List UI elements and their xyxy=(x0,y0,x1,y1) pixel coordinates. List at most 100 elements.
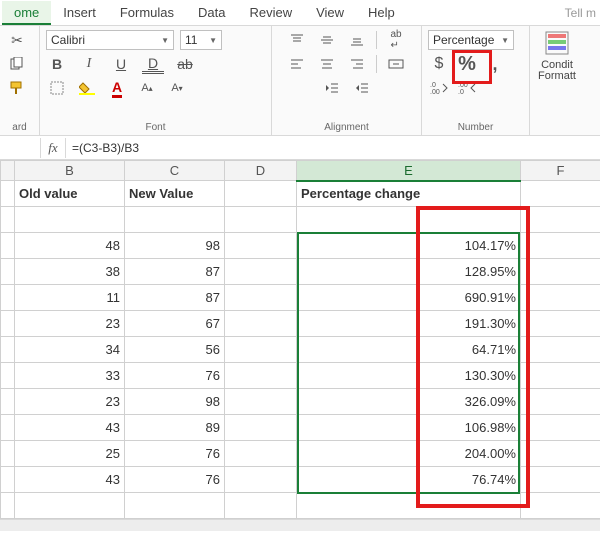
cell[interactable] xyxy=(225,467,297,493)
borders-icon[interactable] xyxy=(46,78,68,98)
cell[interactable]: 43 xyxy=(15,415,125,441)
cell[interactable]: 76 xyxy=(125,363,225,389)
underline-button[interactable]: U xyxy=(110,54,132,74)
cell[interactable]: 690.91% xyxy=(297,285,521,311)
cell[interactable]: 48 xyxy=(15,233,125,259)
cell[interactable] xyxy=(225,363,297,389)
merge-cells-icon[interactable] xyxy=(385,54,407,74)
cell[interactable] xyxy=(225,259,297,285)
cell[interactable]: 204.00% xyxy=(297,441,521,467)
cell[interactable]: 76 xyxy=(125,441,225,467)
font-size-select[interactable]: 11 ▼ xyxy=(180,30,222,50)
double-underline-button[interactable]: D xyxy=(142,54,164,74)
col-header-blank[interactable] xyxy=(1,161,15,181)
cell[interactable]: 104.17% xyxy=(297,233,521,259)
copy-icon[interactable] xyxy=(6,54,28,74)
cell[interactable]: 23 xyxy=(15,311,125,337)
currency-button[interactable]: $ xyxy=(428,54,450,74)
fill-color-icon[interactable] xyxy=(76,78,98,98)
italic-button[interactable]: I xyxy=(78,54,100,74)
cell[interactable] xyxy=(521,311,600,337)
tab-review[interactable]: Review xyxy=(237,1,304,24)
conditional-formatting-button[interactable]: Condit Formatt xyxy=(536,30,578,82)
cell[interactable] xyxy=(521,259,600,285)
cell[interactable]: 11 xyxy=(15,285,125,311)
table-row[interactable]: 2576 204.00% xyxy=(1,441,600,467)
tell-me-search[interactable]: Tell m xyxy=(565,6,600,20)
tab-help[interactable]: Help xyxy=(356,1,407,24)
cell[interactable]: 106.98% xyxy=(297,415,521,441)
cell[interactable]: 76.74% xyxy=(297,467,521,493)
cell[interactable]: 23 xyxy=(15,389,125,415)
percent-button[interactable]: % xyxy=(456,54,478,74)
cell[interactable] xyxy=(225,285,297,311)
cell[interactable] xyxy=(521,467,600,493)
cell[interactable]: 64.71% xyxy=(297,337,521,363)
table-row[interactable]: Old value New Value Percentage change xyxy=(1,181,600,207)
table-row[interactable]: 3376 130.30% xyxy=(1,363,600,389)
cell[interactable]: 87 xyxy=(125,285,225,311)
number-format-select[interactable]: Percentage ▼ xyxy=(428,30,514,50)
align-middle-icon[interactable] xyxy=(316,30,338,50)
align-bottom-icon[interactable] xyxy=(346,30,368,50)
table-row[interactable]: 2398 326.09% xyxy=(1,389,600,415)
decrease-font-icon[interactable]: A▾ xyxy=(166,78,188,98)
cell[interactable]: 98 xyxy=(125,233,225,259)
cell[interactable] xyxy=(225,415,297,441)
tab-home[interactable]: ome xyxy=(2,1,51,24)
cell[interactable] xyxy=(521,285,600,311)
cell[interactable] xyxy=(521,363,600,389)
table-row[interactable]: 4898 104.17% xyxy=(1,233,600,259)
formula-input[interactable]: =(C3-B3)/B3 xyxy=(66,141,600,155)
cell[interactable] xyxy=(521,441,600,467)
cell[interactable]: 98 xyxy=(125,389,225,415)
font-color-icon[interactable]: A xyxy=(106,78,128,98)
tab-view[interactable]: View xyxy=(304,1,356,24)
table-row[interactable] xyxy=(1,207,600,233)
decrease-decimal-icon[interactable]: .00.0 xyxy=(456,78,478,98)
cell[interactable]: 326.09% xyxy=(297,389,521,415)
align-center-icon[interactable] xyxy=(316,54,338,74)
cell[interactable]: 130.30% xyxy=(297,363,521,389)
strike-button[interactable]: ab xyxy=(174,54,196,74)
column-headers[interactable]: B C D E F xyxy=(1,161,600,181)
col-header-d[interactable]: D xyxy=(225,161,297,181)
align-top-icon[interactable] xyxy=(286,30,308,50)
align-left-icon[interactable] xyxy=(286,54,308,74)
cell[interactable]: 89 xyxy=(125,415,225,441)
header-new-value[interactable]: New Value xyxy=(125,181,225,207)
table-row[interactable]: 2367 191.30% xyxy=(1,311,600,337)
tab-data[interactable]: Data xyxy=(186,1,237,24)
cell[interactable]: 56 xyxy=(125,337,225,363)
table-row[interactable] xyxy=(1,493,600,519)
increase-decimal-icon[interactable]: .0.00 xyxy=(428,78,450,98)
cell[interactable] xyxy=(521,389,600,415)
spreadsheet-grid[interactable]: B C D E F Old value New Value Percentage… xyxy=(0,160,600,519)
font-name-select[interactable]: Calibri ▼ xyxy=(46,30,174,50)
cell[interactable]: 67 xyxy=(125,311,225,337)
cell[interactable] xyxy=(521,233,600,259)
cell[interactable]: 33 xyxy=(15,363,125,389)
cell[interactable]: 128.95% xyxy=(297,259,521,285)
cell[interactable]: 43 xyxy=(15,467,125,493)
fx-icon[interactable]: fx xyxy=(40,138,66,158)
cell[interactable]: 191.30% xyxy=(297,311,521,337)
cell[interactable] xyxy=(225,441,297,467)
horizontal-scrollbar[interactable] xyxy=(0,519,600,531)
cell[interactable]: 25 xyxy=(15,441,125,467)
header-percentage-change[interactable]: Percentage change xyxy=(297,181,521,207)
wrap-text-icon[interactable]: ab↵ xyxy=(385,30,407,50)
decrease-indent-icon[interactable] xyxy=(321,78,343,98)
cell[interactable] xyxy=(521,415,600,441)
table-row[interactable]: 3887128.95% xyxy=(1,259,600,285)
table-row[interactable]: 345664.71% xyxy=(1,337,600,363)
comma-button[interactable]: , xyxy=(484,54,506,74)
cell[interactable]: 38 xyxy=(15,259,125,285)
cell[interactable] xyxy=(225,311,297,337)
col-header-f[interactable]: F xyxy=(521,161,600,181)
cut-icon[interactable]: ✂ xyxy=(6,30,28,50)
cell[interactable] xyxy=(225,233,297,259)
cell[interactable]: 76 xyxy=(125,467,225,493)
col-header-c[interactable]: C xyxy=(125,161,225,181)
cell[interactable] xyxy=(225,389,297,415)
